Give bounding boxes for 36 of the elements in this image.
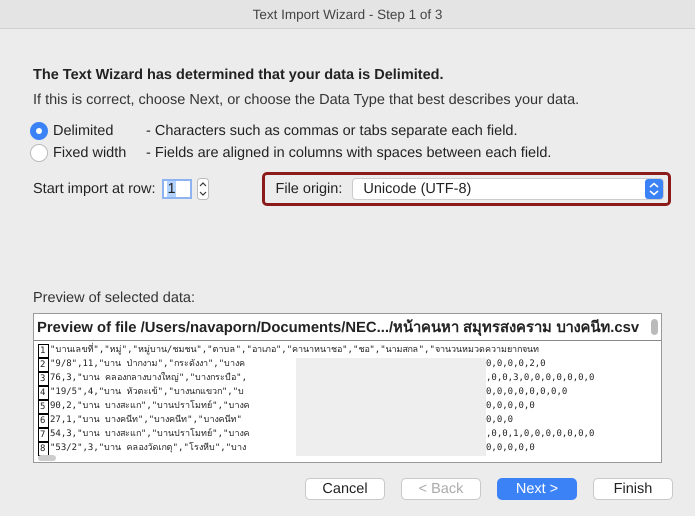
scrollbar-thumb[interactable] xyxy=(651,319,658,335)
preview-line: 0,0,0,0,2,0 xyxy=(486,358,547,371)
file-origin-label: File origin: xyxy=(275,181,342,197)
wizard-button[interactable]: Cancel xyxy=(305,478,385,500)
line-number: 1 xyxy=(38,344,48,358)
preview-label: Preview of selected data: xyxy=(33,290,196,306)
window-title: Text Import Wizard - Step 1 of 3 xyxy=(252,6,442,22)
option-description: - Fields are aligned in columns with spaces between each field. xyxy=(146,145,552,161)
option-description: - Characters such as commas or tabs separate each field. xyxy=(146,123,518,139)
preview-title: Preview of file /Users/navaporn/Documents/NEC.../หน้าคนหา สมุทรสงคราม บางคนีท.csv xyxy=(37,318,640,338)
radio-button[interactable] xyxy=(30,144,48,162)
line-number: 5 xyxy=(38,400,48,414)
wizard-button[interactable]: Next > xyxy=(497,478,577,500)
preview-line: 0,0,0,0,0 xyxy=(486,442,536,455)
stepper-icon[interactable] xyxy=(197,178,210,200)
wizard-button[interactable]: Finish xyxy=(593,478,673,500)
file-origin-dropdown[interactable]: Unicode (UTF-8) xyxy=(352,178,664,200)
preview-line: 0,0,0,0,0,0,0,0 xyxy=(486,386,568,399)
heading-text: The Text Wizard has determined that your data is Delimited. xyxy=(33,67,445,83)
line-number: 4 xyxy=(38,386,48,400)
radio-button[interactable] xyxy=(30,122,48,140)
line-number: 7 xyxy=(38,428,48,442)
start-row-label: Start import at row: xyxy=(33,181,156,197)
preview-line: 0,0,0,0,0 xyxy=(486,400,536,413)
preview-line: ,0,0,3,0,0,0,0,0,0,0 xyxy=(486,372,596,385)
radio-label[interactable]: Fixed width xyxy=(53,145,141,161)
radio-label[interactable]: Delimited xyxy=(53,123,141,139)
scrollbar-thumb[interactable] xyxy=(38,455,56,461)
line-number: 3 xyxy=(38,372,48,386)
preview-line: 0,0,0 xyxy=(486,414,514,427)
line-number: 2 xyxy=(38,358,48,372)
instruction-text: If this is correct, choose Next, or choose the Data Type that best describes your data. xyxy=(33,92,580,108)
preview-line: ,0,0,1,0,0,0,0,0,0,0 xyxy=(486,428,596,441)
dropdown-arrows-icon xyxy=(645,179,664,199)
line-number: 6 xyxy=(38,414,48,428)
start-row-field[interactable]: 1 xyxy=(162,179,192,199)
